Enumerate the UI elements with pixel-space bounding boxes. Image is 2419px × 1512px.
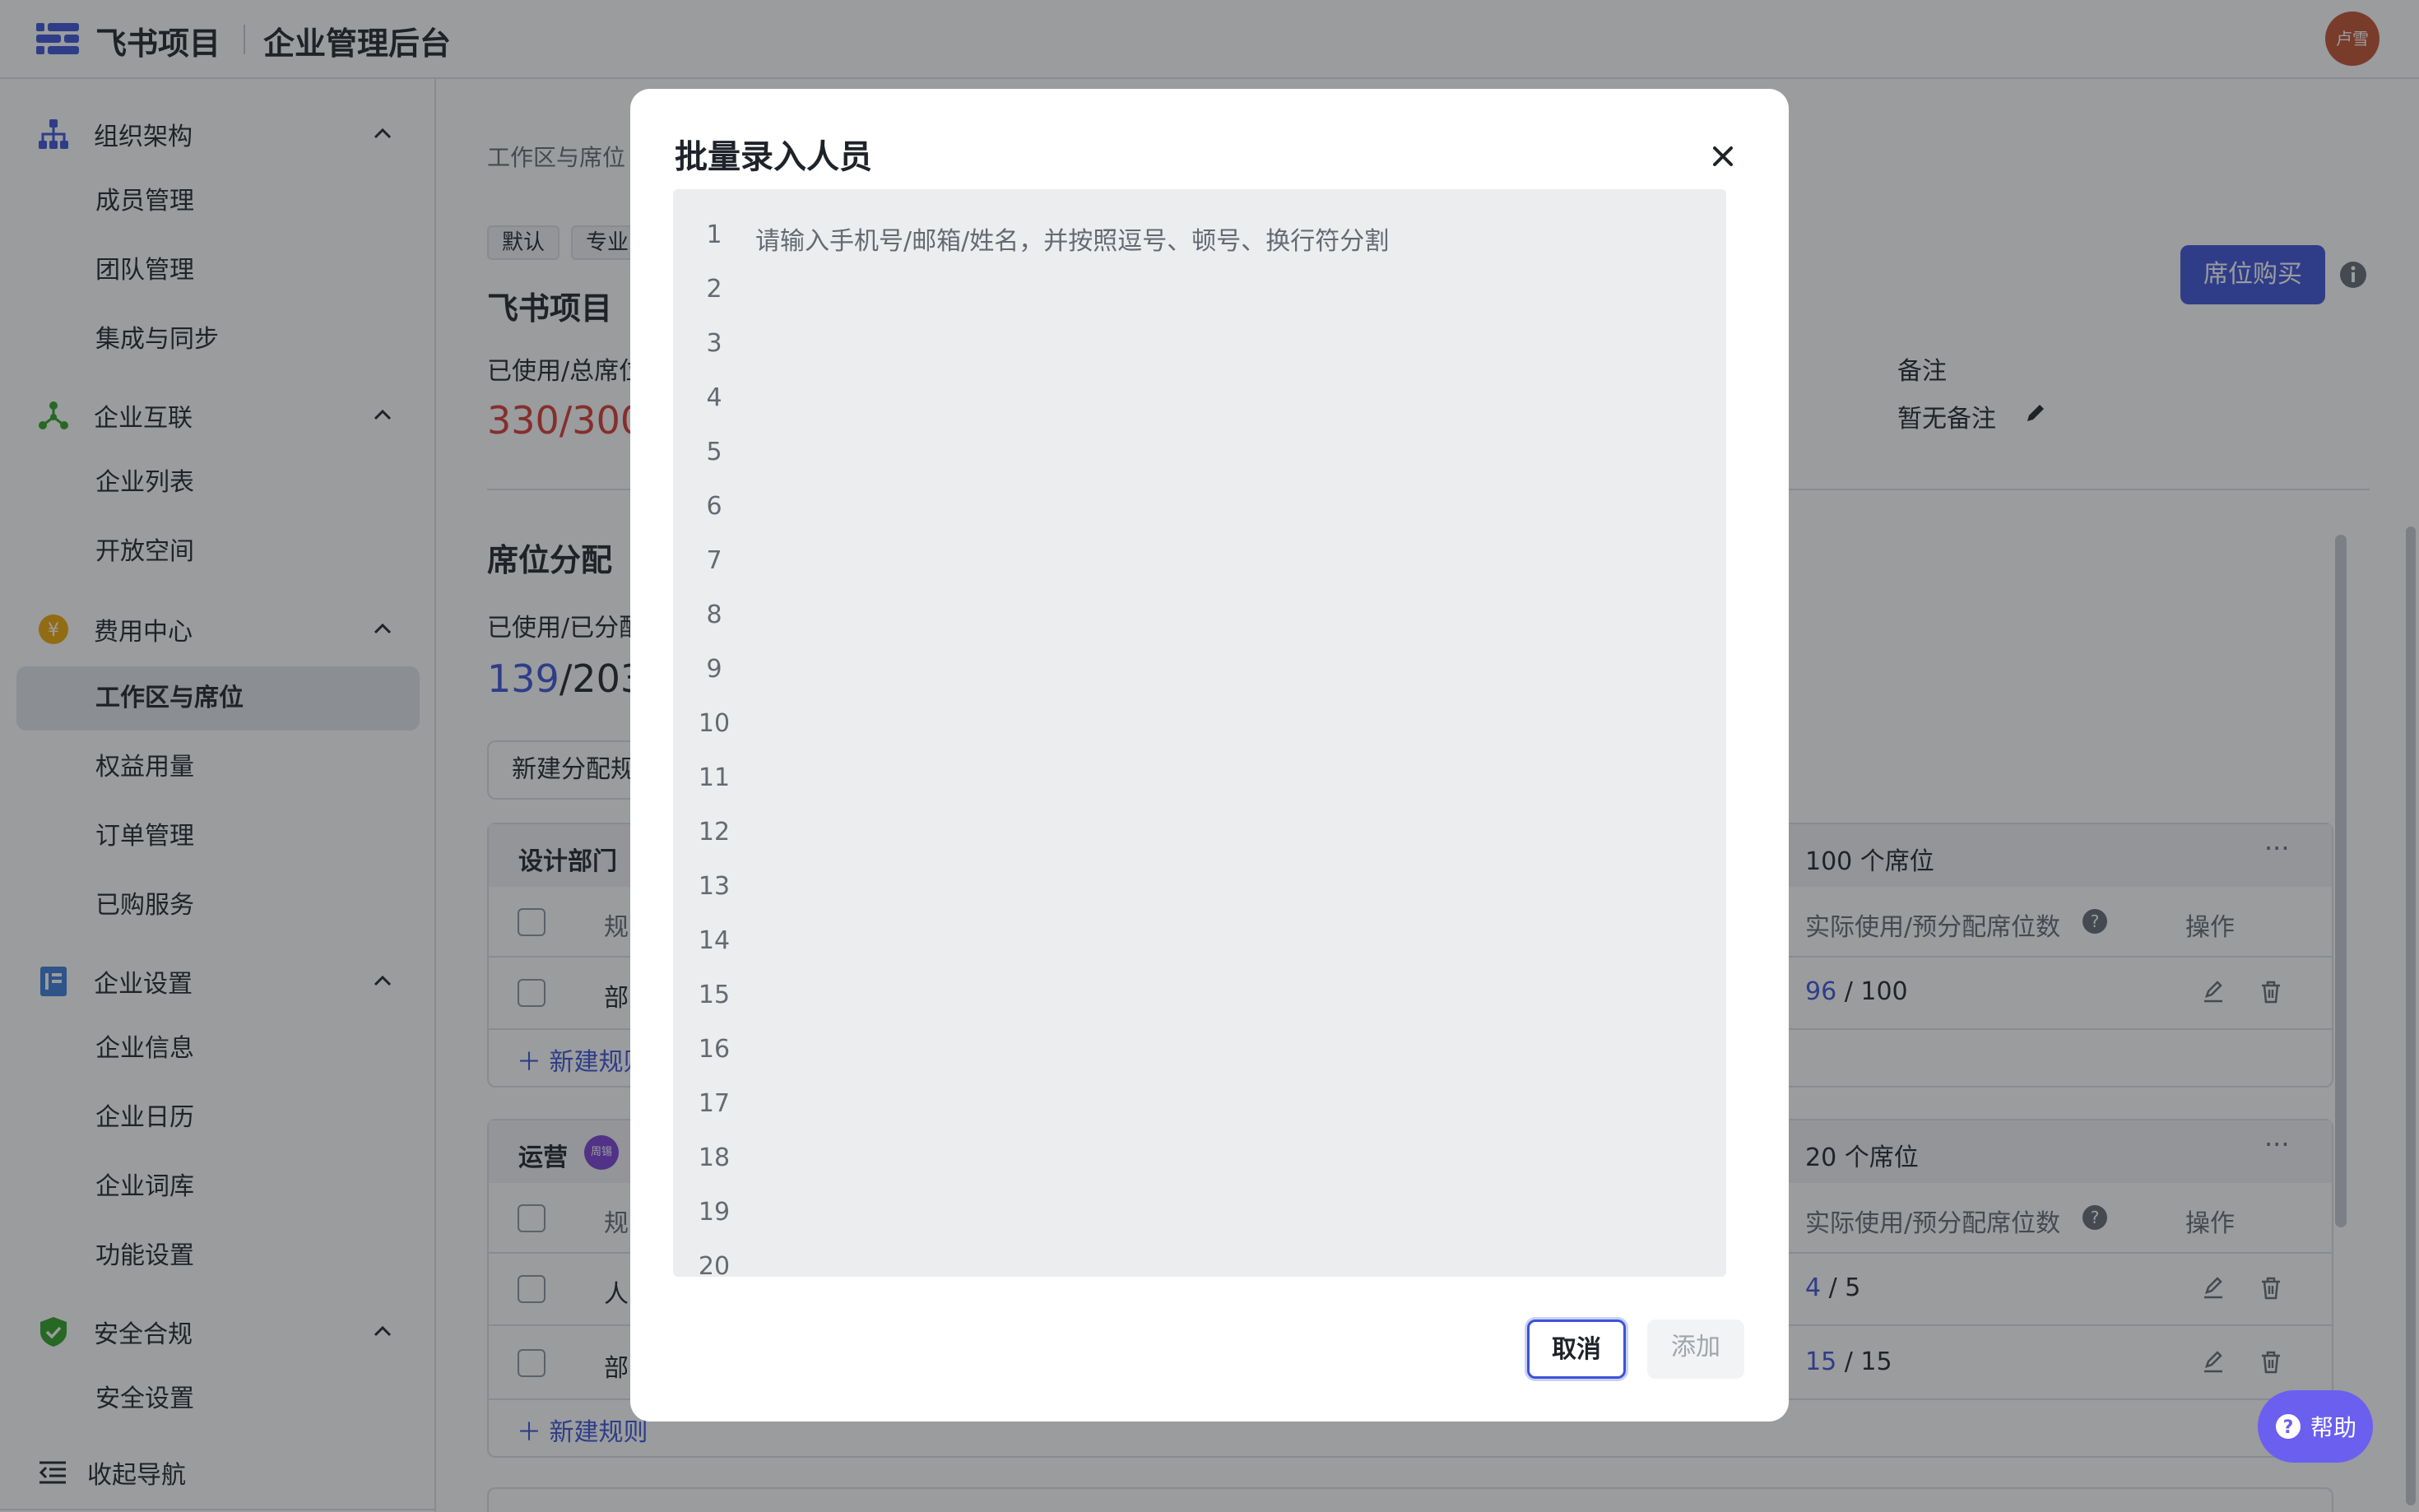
line-number: 7	[706, 546, 722, 575]
svg-text:?: ?	[2283, 1417, 2294, 1438]
line-number: 17	[698, 1089, 731, 1118]
line-number: 5	[706, 438, 722, 466]
line-number: 4	[706, 383, 722, 412]
help-label: 帮助	[2310, 1414, 2356, 1441]
line-number: 8	[706, 601, 722, 629]
line-number: 10	[698, 709, 731, 738]
line-number: 1	[706, 220, 722, 249]
line-number: 13	[698, 872, 731, 901]
line-number: 2	[706, 275, 722, 304]
batch-add-members-dialog: 批量录入人员 请输入手机号/邮箱/姓名，并按照逗号、顿号、换行符分割 1 2 3…	[630, 89, 1789, 1422]
line-number: 3	[706, 329, 722, 358]
line-number: 6	[706, 492, 722, 521]
cancel-button[interactable]: 取消	[1527, 1320, 1626, 1379]
line-number: 18	[698, 1143, 731, 1172]
close-icon[interactable]	[1703, 137, 1743, 176]
help-button[interactable]: ? 帮助	[2258, 1390, 2373, 1463]
line-number: 19	[698, 1198, 731, 1227]
line-number: 12	[698, 818, 731, 846]
help-circle-icon: ?	[2275, 1414, 2301, 1439]
line-number: 14	[698, 926, 731, 955]
line-number: 16	[698, 1035, 731, 1064]
dialog-title: 批量录入人员	[675, 138, 872, 176]
line-number: 9	[706, 655, 722, 684]
line-number: 11	[698, 763, 731, 792]
line-number: 15	[698, 981, 731, 1009]
add-button[interactable]: 添加	[1647, 1320, 1744, 1379]
members-textarea[interactable]: 请输入手机号/邮箱/姓名，并按照逗号、顿号、换行符分割 1 2 3 4 5 6 …	[673, 189, 1726, 1277]
line-number: 20	[698, 1252, 731, 1277]
textarea-placeholder: 请输入手机号/邮箱/姓名，并按照逗号、顿号、换行符分割	[755, 227, 1390, 256]
